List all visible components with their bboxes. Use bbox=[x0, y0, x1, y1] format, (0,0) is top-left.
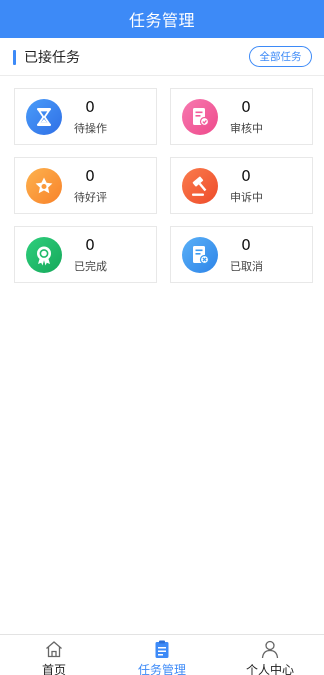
task-count: 0 bbox=[85, 98, 95, 116]
task-label: 审核中 bbox=[230, 122, 263, 135]
task-label: 已完成 bbox=[74, 260, 107, 273]
section-accent-bar bbox=[13, 50, 16, 65]
task-label: 已取消 bbox=[230, 260, 263, 273]
section-title: 已接任务 bbox=[24, 50, 80, 66]
task-label: 待好评 bbox=[74, 191, 107, 204]
task-count: 0 bbox=[85, 236, 95, 254]
clipboard-icon bbox=[155, 640, 169, 658]
cancel-doc-icon bbox=[182, 237, 218, 273]
page-title: 任务管理 bbox=[128, 11, 195, 30]
task-card-reviewing[interactable]: 0 审核中 bbox=[170, 88, 313, 145]
tab-profile[interactable]: 个人中心 bbox=[216, 635, 324, 675]
task-card-pending[interactable]: 0 待操作 bbox=[14, 88, 157, 145]
home-icon bbox=[46, 641, 62, 658]
task-count: 0 bbox=[85, 167, 95, 185]
task-card-cancelled[interactable]: 0 已取消 bbox=[170, 226, 313, 283]
tab-home[interactable]: 首页 bbox=[0, 635, 108, 675]
task-card-awaiting-review[interactable]: 0 待好评 bbox=[14, 157, 157, 214]
task-label: 申诉中 bbox=[230, 191, 263, 204]
review-doc-icon bbox=[182, 99, 218, 135]
tab-label: 任务管理 bbox=[137, 663, 186, 675]
task-label: 待操作 bbox=[74, 122, 107, 135]
task-count: 0 bbox=[241, 236, 251, 254]
bottom-tab-bar: 首页 任务管理 个人中心 bbox=[0, 634, 324, 675]
task-count: 0 bbox=[241, 98, 251, 116]
hourglass-icon bbox=[26, 99, 62, 135]
all-tasks-button[interactable]: 全部任务 bbox=[249, 46, 312, 67]
check-badge-icon bbox=[26, 237, 62, 273]
main-content: 已接任务 全部任务 0 待操作 0 审核中 0 待好评 0 申诉中 0 已完成 … bbox=[0, 38, 324, 634]
section-header: 已接任务 全部任务 bbox=[0, 38, 324, 76]
user-icon bbox=[261, 640, 279, 659]
tab-label: 个人中心 bbox=[245, 663, 294, 675]
tab-label: 首页 bbox=[41, 663, 66, 675]
task-count: 0 bbox=[241, 167, 251, 185]
star-badge-icon bbox=[26, 168, 62, 204]
task-card-appealing[interactable]: 0 申诉中 bbox=[170, 157, 313, 214]
tab-task-management[interactable]: 任务管理 bbox=[108, 635, 216, 675]
task-card-completed[interactable]: 0 已完成 bbox=[14, 226, 157, 283]
gavel-icon bbox=[182, 168, 218, 204]
app-header: 任务管理 bbox=[0, 0, 324, 38]
